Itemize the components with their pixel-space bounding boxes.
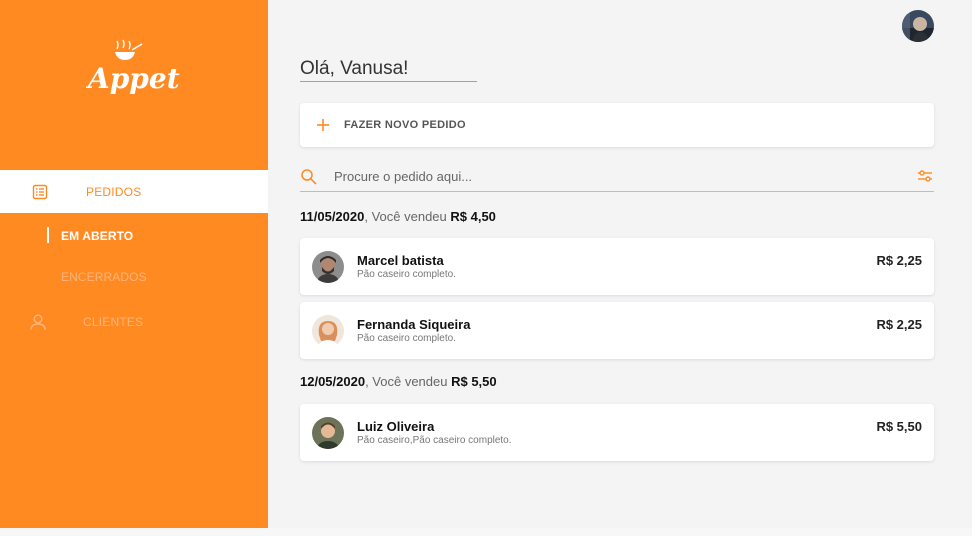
day-header: 12/05/2020, Você vendeu R$ 5,50 (300, 374, 497, 389)
day-summary-text: , Você vendeu (364, 209, 451, 224)
day-total: R$ 4,50 (450, 209, 496, 224)
customer-avatar (312, 251, 344, 283)
order-description: Pão caseiro,Pão caseiro completo. (357, 435, 512, 446)
search-icon (300, 168, 318, 186)
user-icon (29, 313, 47, 331)
customer-avatar (312, 417, 344, 449)
list-icon (31, 183, 49, 201)
day-date: 12/05/2020 (300, 374, 366, 389)
new-order-label: FAZER NOVO PEDIDO (344, 119, 466, 131)
day-summary-text: , Você vendeu (365, 374, 452, 389)
page-greeting: Olá, Vanusa! (300, 58, 409, 79)
user-avatar[interactable] (902, 10, 934, 42)
order-description: Pão caseiro completo. (357, 269, 456, 280)
appetit-logo[interactable]: Appetit (86, 38, 180, 106)
active-indicator (47, 227, 49, 243)
logo-graphic: Appetit (86, 39, 180, 95)
filter-icon[interactable] (916, 167, 934, 185)
bottom-strip (0, 528, 972, 536)
greeting-underline (300, 81, 477, 82)
day-total: R$ 5,50 (451, 374, 497, 389)
sidebar-item-pedidos[interactable]: PEDIDOS (0, 170, 268, 213)
order-card[interactable]: Luiz Oliveira Pão caseiro,Pão caseiro co… (300, 404, 934, 461)
plus-icon (314, 116, 332, 134)
search-input[interactable] (334, 166, 894, 186)
new-order-button[interactable]: FAZER NOVO PEDIDO (300, 103, 934, 147)
sidebar-item-label: CLIENTES (83, 314, 144, 329)
order-price: R$ 5,50 (876, 419, 922, 434)
order-description: Pão caseiro completo. (357, 333, 456, 344)
sidebar-subitem-label: EM ABERTO (61, 229, 134, 243)
customer-avatar (312, 315, 344, 347)
order-card[interactable]: Fernanda Siqueira Pão caseiro completo. … (300, 302, 934, 359)
sidebar: Appetit PEDIDOS EM ABERTO ENCERRADOS (0, 0, 268, 528)
sidebar-subitem-encerrados[interactable]: ENCERRADOS (0, 265, 268, 291)
sidebar-subitem-em-aberto[interactable]: EM ABERTO (0, 224, 268, 250)
customer-name: Luiz Oliveira (357, 419, 435, 434)
day-header: 11/05/2020, Você vendeu R$ 4,50 (300, 209, 496, 224)
logo-text: Appetit (86, 62, 180, 95)
sidebar-subitem-label: ENCERRADOS (61, 270, 147, 284)
customer-name: Marcel batista (357, 253, 444, 268)
order-card[interactable]: Marcel batista Pão caseiro completo. R$ … (300, 238, 934, 295)
customer-name: Fernanda Siqueira (357, 317, 471, 332)
sidebar-item-label: PEDIDOS (86, 184, 142, 199)
order-price: R$ 2,25 (876, 317, 922, 332)
sidebar-item-clientes[interactable]: CLIENTES (0, 300, 268, 343)
order-price: R$ 2,25 (876, 253, 922, 268)
search-bar (300, 162, 934, 192)
day-date: 11/05/2020 (300, 209, 365, 224)
